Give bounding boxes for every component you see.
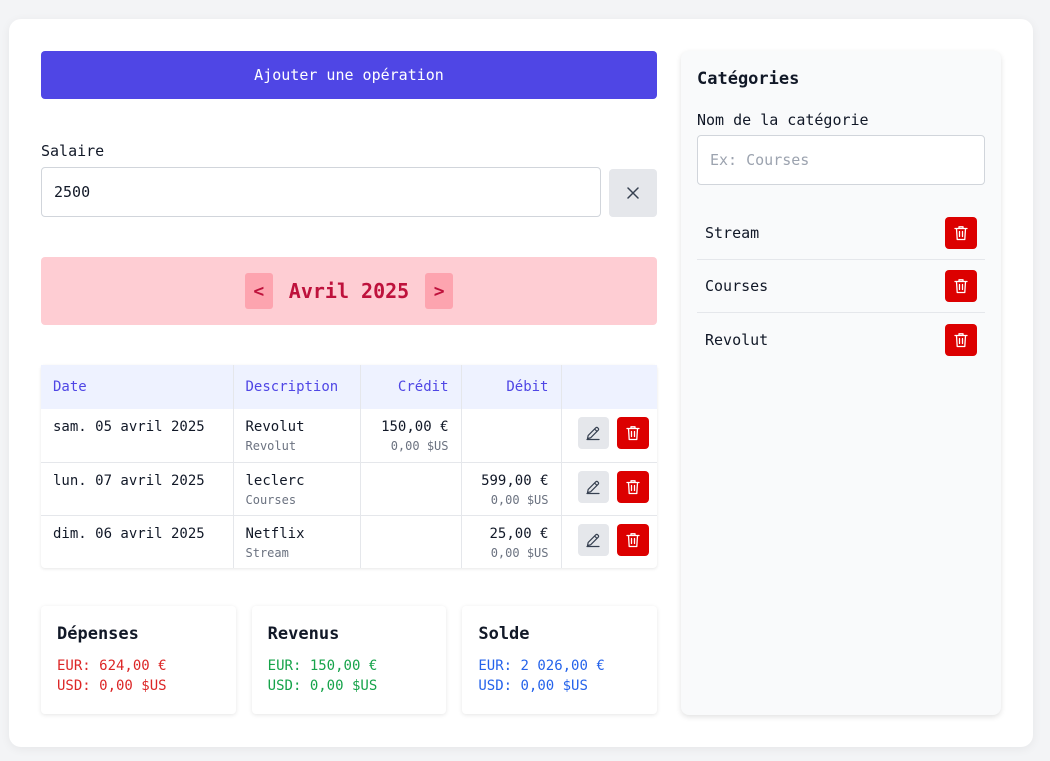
table-row: dim. 06 avril 2025 Netflix Stream 25,00 €…: [41, 515, 657, 568]
row-actions: [561, 409, 657, 463]
category-item: Courses: [697, 260, 985, 313]
header-description[interactable]: Description: [233, 365, 361, 409]
header-credit[interactable]: Crédit: [360, 365, 462, 409]
header-debit[interactable]: Débit: [461, 365, 562, 409]
balance-card: Solde EUR: 2 026,00 € USD: 0,00 $US: [462, 606, 658, 714]
debit-usd: 0,00 $US: [490, 492, 549, 507]
balance-eur: EUR: 2 026,00 €: [478, 658, 605, 674]
debit-eur: 25,00 €: [489, 525, 549, 542]
categories-panel: Catégories Nom de la catégorie Stream Co…: [681, 51, 1001, 715]
trash-icon: [954, 226, 968, 241]
trash-icon: [626, 479, 640, 494]
categories-title: Catégories: [697, 69, 800, 89]
trash-icon: [954, 332, 968, 347]
row-debit: 599,00 € 0,00 $US: [461, 462, 562, 516]
category-text: Revolut: [245, 439, 297, 453]
row-description: Revolut Revolut: [233, 409, 361, 463]
table-header: Date Description Crédit Débit: [41, 365, 657, 409]
trash-icon: [626, 426, 640, 441]
income-card: Revenus EUR: 150,00 € USD: 0,00 $US: [251, 606, 447, 714]
category-name: Courses: [705, 277, 769, 295]
header-actions: [561, 365, 657, 409]
edit-button[interactable]: [577, 523, 610, 556]
delete-button[interactable]: [617, 417, 649, 449]
description-text: Revolut: [245, 419, 305, 435]
description-text: leclerc: [245, 472, 305, 489]
credit-usd: 0,00 $US: [390, 439, 449, 453]
header-date[interactable]: Date: [41, 365, 234, 409]
main-card: Ajouter une opération Salaire < Avril 20…: [9, 19, 1033, 747]
credit-eur: 150,00 €: [381, 419, 449, 435]
row-date: lun. 07 avril 2025: [41, 462, 234, 516]
row-description: Netflix Stream: [233, 515, 361, 568]
income-usd: USD: 0,00 $US: [267, 678, 378, 694]
row-actions: [561, 462, 657, 516]
pencil-icon: [586, 426, 600, 441]
category-name: Stream: [705, 224, 760, 242]
row-debit: [461, 409, 562, 463]
month-title: Avril 2025: [288, 279, 410, 303]
income-title: Revenus: [267, 624, 340, 644]
row-description: leclerc Courses: [233, 462, 361, 516]
next-month-button[interactable]: >: [425, 273, 454, 309]
add-operation-button[interactable]: Ajouter une opération: [41, 51, 657, 99]
category-name-input[interactable]: [697, 135, 985, 185]
expenses-card: Dépenses EUR: 624,00 € USD: 0,00 $US: [41, 606, 236, 714]
category-list: Stream Courses Revolut: [697, 207, 985, 366]
summary-cards: Dépenses EUR: 624,00 € USD: 0,00 $US Rev…: [41, 606, 658, 714]
operations-panel: Ajouter une opération Salaire < Avril 20…: [41, 51, 658, 714]
category-name-label: Nom de la catégorie: [697, 111, 869, 129]
expenses-title: Dépenses: [57, 624, 139, 644]
delete-button[interactable]: [617, 470, 649, 503]
delete-category-button[interactable]: [945, 217, 977, 249]
delete-category-button[interactable]: [945, 270, 977, 302]
balance-title: Solde: [478, 624, 530, 644]
trash-icon: [626, 532, 640, 547]
expenses-usd: USD: 0,00 $US: [57, 678, 167, 694]
edit-button[interactable]: [577, 417, 610, 449]
description-text: Netflix: [245, 525, 305, 542]
table-row: sam. 05 avril 2025 Revolut Revolut 150,00…: [41, 409, 657, 463]
income-eur: EUR: 150,00 €: [267, 658, 378, 674]
balance-usd: USD: 0,00 $US: [478, 678, 588, 694]
clear-salary-button[interactable]: [609, 169, 657, 217]
row-credit: [360, 462, 462, 516]
delete-button[interactable]: [617, 523, 649, 556]
debit-eur: 599,00 €: [481, 472, 549, 489]
debit-usd: 0,00 $US: [490, 545, 549, 560]
row-debit: 25,00 € 0,00 $US: [461, 515, 562, 568]
salary-input[interactable]: [41, 167, 601, 217]
month-selector: < Avril 2025 >: [41, 257, 657, 325]
category-item: Stream: [697, 207, 985, 260]
category-text: Courses: [245, 492, 297, 507]
delete-category-button[interactable]: [945, 323, 977, 356]
pencil-icon: [586, 480, 600, 494]
row-credit: 150,00 € 0,00 $US: [360, 409, 462, 463]
category-name: Revolut: [705, 330, 769, 349]
salary-label: Salaire: [41, 142, 105, 160]
expenses-eur: EUR: 624,00 €: [57, 658, 167, 674]
trash-icon: [954, 279, 968, 294]
row-actions: [561, 515, 657, 568]
edit-button[interactable]: [577, 470, 610, 503]
operations-table: Date Description Crédit Débit sam. 05 av…: [41, 365, 657, 568]
table-row: lun. 07 avril 2025 leclerc Courses 599,00…: [41, 462, 657, 516]
pencil-icon: [586, 533, 600, 547]
row-credit: [360, 515, 462, 568]
category-item: Revolut: [697, 313, 985, 366]
close-icon: [627, 187, 639, 199]
category-text: Stream: [245, 545, 289, 560]
row-date: sam. 05 avril 2025: [41, 409, 234, 463]
row-date: dim. 06 avril 2025: [41, 515, 234, 568]
prev-month-button[interactable]: <: [244, 273, 273, 309]
